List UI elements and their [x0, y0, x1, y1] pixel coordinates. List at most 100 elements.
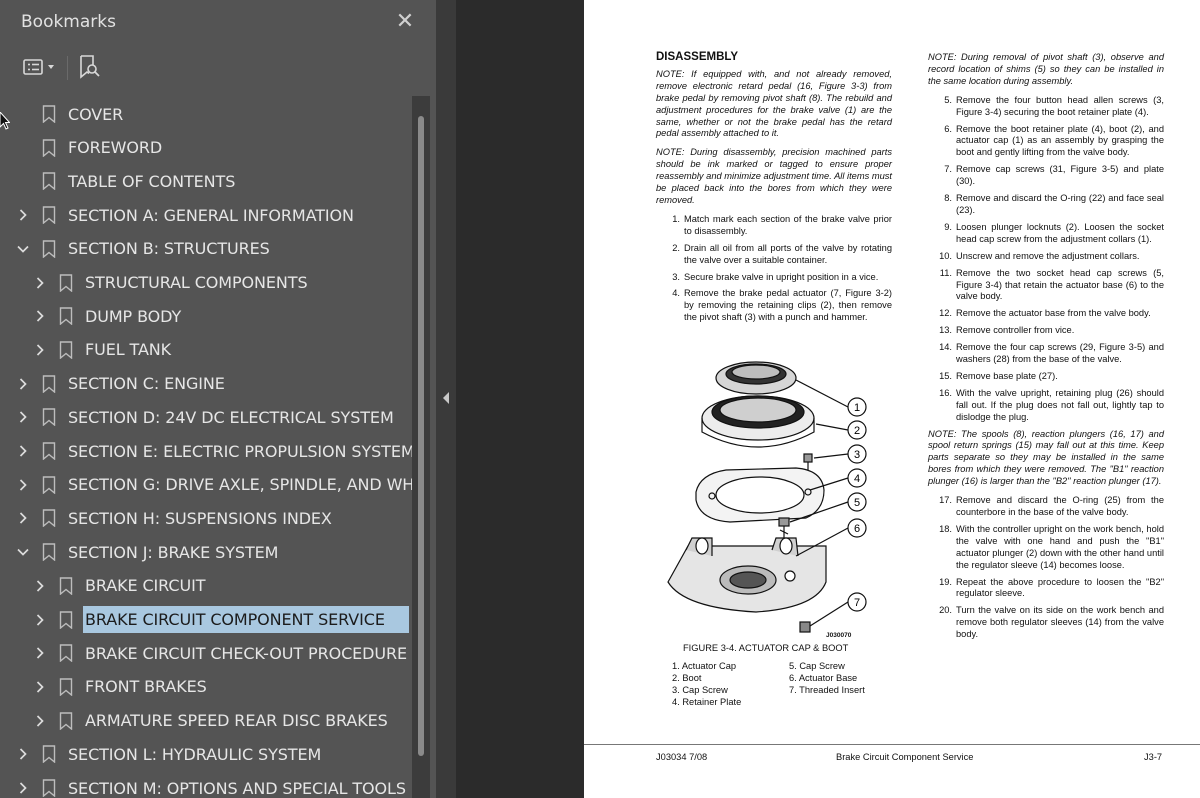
bookmark-icon	[42, 408, 56, 427]
bookmark-item[interactable]: SECTION D: 24V DC ELECTRICAL SYSTEM	[0, 400, 412, 434]
bookmark-item[interactable]: SECTION J: BRAKE SYSTEM	[0, 535, 412, 569]
legend-item: 1. Actuator Cap	[672, 661, 737, 671]
chevron-right-icon[interactable]	[33, 276, 47, 290]
bookmark-item[interactable]: FOREWORD	[0, 131, 412, 165]
bookmark-icon	[42, 206, 56, 225]
bookmark-item[interactable]: SECTION L: HYDRAULIC SYSTEM	[0, 737, 412, 771]
bookmark-icon	[42, 105, 56, 123]
legend-item: 3. Cap Screw	[672, 685, 728, 695]
chevron-right-icon[interactable]	[16, 377, 30, 391]
bookmark-item[interactable]: SECTION B: STRUCTURES	[0, 232, 412, 266]
bookmark-item[interactable]: BRAKE CIRCUIT CHECK-OUT PROCEDURE	[0, 636, 412, 670]
bookmarks-scrollbar[interactable]	[412, 96, 430, 798]
bookmark-item[interactable]: SECTION G: DRIVE AXLE, SPINDLE, AND WHEE…	[0, 468, 412, 502]
chevron-down-icon[interactable]	[16, 545, 30, 559]
chevron-right-icon[interactable]	[16, 444, 30, 458]
chevron-right-icon[interactable]	[16, 747, 30, 761]
callout-7: 7	[847, 592, 867, 612]
callout-2: 2	[847, 420, 867, 440]
bookmark-item[interactable]: ARMATURE SPEED REAR DISC BRAKES	[0, 704, 412, 738]
close-panel-button[interactable]: ✕	[395, 10, 415, 32]
bookmark-icon	[42, 475, 56, 494]
bookmark-icon	[42, 745, 56, 764]
step-item: 15. Remove base plate (27).	[928, 371, 1164, 383]
step-text: Remove the brake pedal actuator (7, Figu…	[684, 288, 892, 323]
step-text: Loosen plunger locknuts (2). Loosen the …	[956, 221, 1164, 244]
step-number: 6.	[944, 123, 952, 134]
bookmark-item[interactable]: SECTION M: OPTIONS AND SPECIAL TOOLS	[0, 771, 412, 798]
callout-3: 3	[847, 444, 867, 464]
step-item: 20. Turn the valve on its side on the wor…	[928, 605, 1164, 641]
bookmarks-header: Bookmarks ✕	[0, 0, 436, 44]
bookmark-item[interactable]: DUMP BODY	[0, 299, 412, 333]
step-text: Remove the four button head allen screws…	[956, 94, 1164, 117]
step-text: Repeat the above procedure to loosen the…	[956, 576, 1164, 599]
bookmark-label: SECTION G: DRIVE AXLE, SPINDLE, AND WHEE…	[68, 475, 412, 495]
bookmarks-tree: COVER FOREWORD TABLE OF CONTENTS SECTION A:…	[0, 96, 412, 798]
bookmark-label: COVER	[68, 104, 124, 124]
chevron-right-icon[interactable]	[16, 781, 30, 795]
bookmark-icon	[59, 644, 73, 663]
chevron-right-icon[interactable]	[33, 613, 47, 627]
bookmark-item[interactable]: SECTION E: ELECTRIC PROPULSION SYSTEM	[0, 434, 412, 468]
bookmark-icon	[42, 543, 56, 562]
step-number: 9.	[944, 221, 952, 232]
footer-divider	[584, 744, 1200, 745]
bookmark-item[interactable]: SECTION A: GENERAL INFORMATION	[0, 198, 412, 232]
step-item: 17. Remove and discard the O-ring (25) fr…	[928, 495, 1164, 519]
step-number: 5.	[944, 94, 952, 105]
list-options-icon	[23, 59, 54, 75]
callout-4: 4	[847, 468, 867, 488]
scrollbar-thumb[interactable]	[418, 116, 424, 756]
chevron-down-icon[interactable]	[16, 242, 30, 256]
step-item: 10. Unscrew and remove the adjustment col…	[928, 251, 1164, 263]
chevron-right-icon[interactable]	[16, 478, 30, 492]
chevron-right-icon[interactable]	[33, 309, 47, 323]
bookmark-icon	[42, 779, 56, 797]
chevron-right-icon[interactable]	[33, 646, 47, 660]
chevron-right-icon[interactable]	[33, 579, 47, 593]
bookmarks-panel: Bookmarks ✕ COVER FOREWORD TABLE OF CONTEN…	[0, 0, 436, 798]
chevron-right-icon[interactable]	[33, 714, 47, 728]
step-number: 10.	[939, 250, 952, 261]
right-column: NOTE: During removal of pivot shaft (3),…	[928, 52, 1164, 646]
chevron-right-icon[interactable]	[16, 410, 30, 424]
chevron-right-icon[interactable]	[16, 208, 30, 222]
callout-5: 5	[847, 492, 867, 512]
callout-number: 6	[854, 523, 860, 535]
bookmark-label: FOREWORD	[68, 138, 163, 158]
step-number: 3.	[672, 271, 680, 282]
bookmark-icon	[59, 273, 73, 292]
find-bookmark-button[interactable]	[74, 52, 104, 82]
chevron-right-icon[interactable]	[33, 680, 47, 694]
bookmark-item[interactable]: SECTION H: SUSPENSIONS INDEX	[0, 501, 412, 535]
step-text: With the controller upright on the work …	[956, 523, 1164, 570]
bookmark-item[interactable]: FRONT BRAKES	[0, 670, 412, 704]
bookmark-icon	[42, 240, 56, 258]
chevron-right-icon[interactable]	[16, 511, 30, 525]
bookmark-icon	[59, 678, 73, 696]
step-item: 16. With the valve upright, retaining plu…	[928, 388, 1164, 424]
step-item: 11. Remove the two socket head cap screws…	[928, 268, 1164, 304]
bookmark-item[interactable]: SECTION C: ENGINE	[0, 367, 412, 401]
section-heading: DISASSEMBLY	[656, 51, 739, 63]
bookmark-item[interactable]: BRAKE CIRCUIT	[0, 569, 412, 603]
figure-callouts: 1 2 3 4 5 6 7	[847, 397, 867, 612]
bookmark-item[interactable]: COVER	[0, 97, 412, 131]
bookmark-item[interactable]: TABLE OF CONTENTS	[0, 164, 412, 198]
bookmarks-toolbar	[0, 48, 436, 88]
step-number: 11.	[939, 267, 952, 278]
bookmark-item[interactable]: BRAKE CIRCUIT COMPONENT SERVICE	[0, 603, 412, 637]
bookmark-item[interactable]: FUEL TANK	[0, 333, 412, 367]
step-item: 14. Remove the four cap screws (29, Figur…	[928, 342, 1164, 366]
callout-number: 3	[854, 449, 860, 461]
bookmark-item[interactable]: STRUCTURAL COMPONENTS	[0, 266, 412, 300]
callout-number: 1	[854, 402, 860, 414]
collapse-panel-icon[interactable]	[441, 391, 451, 405]
step-text: Remove the actuator base from the valve …	[956, 308, 1151, 319]
step-text: Remove the boot retainer plate (4), boot…	[956, 123, 1164, 158]
bookmarks-title: Bookmarks	[21, 12, 116, 32]
chevron-right-icon[interactable]	[33, 343, 47, 357]
options-menu-button[interactable]	[18, 52, 60, 82]
step-number: 16.	[939, 387, 952, 398]
